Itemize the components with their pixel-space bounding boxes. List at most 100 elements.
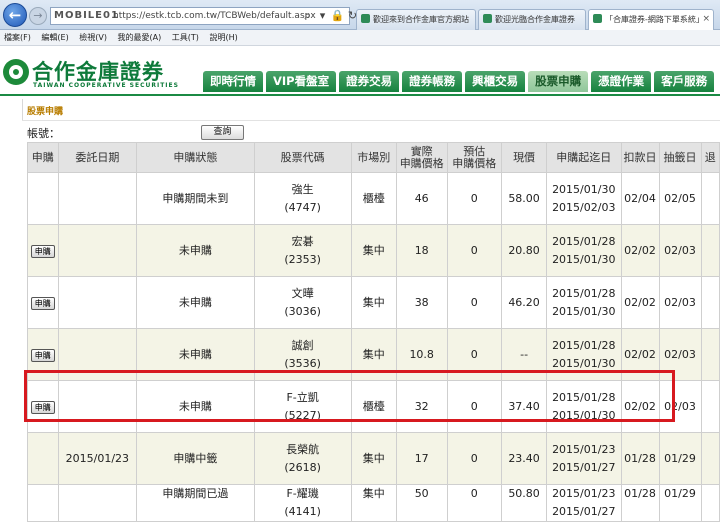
nav-customer-service[interactable]: 客戶服務 bbox=[654, 71, 715, 92]
query-button[interactable]: 查詢 bbox=[201, 125, 244, 140]
status-cell: 未申購 bbox=[136, 276, 255, 329]
col-actual-price-header: 實際 申購價格 bbox=[395, 142, 448, 173]
market-cell: 集中 bbox=[350, 276, 397, 329]
company-logo-icon bbox=[3, 59, 29, 85]
refund-cell bbox=[700, 328, 720, 381]
site-header: 合作金庫證券 TAIWAN COOPERATIVE SECURITIES 即時行… bbox=[0, 47, 720, 94]
forward-arrow-icon[interactable]: → bbox=[29, 7, 47, 25]
nav-realtime-quotes[interactable]: 即時行情 bbox=[203, 71, 263, 92]
header-divider bbox=[0, 94, 720, 96]
stock-code-cell: 宏碁 (2353) bbox=[253, 224, 352, 277]
title-divider bbox=[22, 99, 23, 121]
nav-emerging-trading[interactable]: 興櫃交易 bbox=[465, 71, 526, 92]
period-cell: 2015/01/28 2015/01/30 bbox=[546, 224, 622, 277]
apply-cell bbox=[27, 172, 59, 225]
market-cell: 櫃檯 bbox=[350, 172, 397, 225]
back-arrow-icon[interactable]: ← bbox=[3, 3, 27, 27]
nav-securities-accounts[interactable]: 證券帳務 bbox=[402, 71, 463, 92]
tab-close-icon[interactable]: × bbox=[702, 10, 710, 29]
site-favicon-icon bbox=[593, 14, 602, 23]
est-price-cell: 0 bbox=[446, 484, 503, 522]
apply-button[interactable]: 申購 bbox=[30, 296, 55, 310]
table-row: 2015/01/23 申購中籤 長榮航 (2618) 集中 17 0 23.40 2015/01… bbox=[27, 432, 720, 485]
period-cell: 2015/01/23 2015/01/27 bbox=[546, 432, 622, 485]
search-icon[interactable]: ⌕ bbox=[300, 7, 315, 25]
order-date-cell: 2015/01/23 bbox=[57, 432, 138, 485]
draw-date-cell: 01/29 bbox=[658, 484, 702, 522]
subscription-table: 申購 委託日期 申購狀態 股票代碼 市場別 實際 申購價格 預估 申購價格 現價 申購起迄日 扣款日抽… bbox=[27, 142, 720, 522]
debit-date-cell: 02/04 bbox=[620, 172, 660, 225]
debit-date-cell: 01/28 bbox=[620, 484, 660, 522]
site-favicon-icon bbox=[361, 14, 370, 23]
nav-vip-room[interactable]: VIP看盤室 bbox=[266, 71, 337, 92]
nav-securities-trading[interactable]: 證券交易 bbox=[339, 71, 400, 92]
est-price-cell: 0 bbox=[446, 224, 503, 277]
order-date-cell bbox=[57, 224, 138, 277]
col-stock-code-header: 股票代碼 bbox=[253, 142, 352, 173]
status-cell: 申購中籤 bbox=[136, 432, 255, 485]
refund-cell bbox=[700, 172, 720, 225]
draw-date-cell: 02/03 bbox=[658, 224, 702, 277]
actual-price-cell: 38 bbox=[395, 276, 448, 329]
browser-tab-1[interactable]: 歡迎來到合作金庫官方網站 bbox=[356, 9, 476, 30]
status-cell: 申購期間已過 bbox=[136, 484, 255, 522]
current-price-cell: 20.80 bbox=[501, 224, 548, 277]
browser-toolbar: ← → MOBILE01 https://estk.tcb.com.tw/TCB… bbox=[0, 0, 720, 31]
debit-date-cell: 02/02 bbox=[620, 276, 660, 329]
nav-certificate[interactable]: 憑證作業 bbox=[591, 71, 652, 92]
menu-favorites[interactable]: 我的最愛(A) bbox=[114, 30, 166, 46]
market-cell: 集中 bbox=[350, 484, 397, 522]
stock-code-cell: 強生 (4747) bbox=[253, 172, 352, 225]
draw-date-cell: 02/03 bbox=[658, 276, 702, 329]
draw-date-cell: 02/05 bbox=[658, 172, 702, 225]
refund-cell bbox=[700, 380, 720, 433]
account-label: 帳號： bbox=[27, 127, 60, 140]
apply-button[interactable]: 申購 bbox=[30, 348, 55, 362]
menu-file[interactable]: 檔案(F) bbox=[0, 30, 35, 46]
refund-cell bbox=[700, 432, 720, 485]
browser-tab-3[interactable]: 「合庫證券-網路下單系統」 × bbox=[588, 9, 714, 31]
col-est-price-header: 預估 申購價格 bbox=[446, 142, 503, 173]
period-cell: 2015/01/30 2015/02/03 bbox=[546, 172, 622, 225]
page-title: 股票申購 bbox=[27, 107, 64, 117]
debit-date-cell: 02/02 bbox=[620, 224, 660, 277]
actual-price-cell: 46 bbox=[395, 172, 448, 225]
col-apply-header: 申購 bbox=[27, 142, 59, 173]
col-debit-date-header: 扣款日 bbox=[620, 142, 660, 173]
browser-menubar: 檔案(F) 編輯(E) 檢視(V) 我的最愛(A) 工具(T) 說明(H) bbox=[0, 30, 720, 46]
col-period-header: 申購起迄日 bbox=[546, 142, 622, 173]
status-cell: 申購期間未到 bbox=[136, 172, 255, 225]
market-cell: 集中 bbox=[350, 432, 397, 485]
nav-stock-subscription[interactable]: 股票申購 bbox=[528, 71, 589, 92]
menu-view[interactable]: 檢視(V) bbox=[75, 30, 111, 46]
refund-cell bbox=[700, 224, 720, 277]
apply-cell: 申購 bbox=[27, 276, 59, 329]
lock-icon[interactable]: 🔒 bbox=[330, 7, 345, 25]
title-underline bbox=[22, 120, 720, 121]
menu-tools[interactable]: 工具(T) bbox=[168, 30, 203, 46]
status-cell: 未申購 bbox=[136, 224, 255, 277]
menu-help[interactable]: 說明(H) bbox=[205, 30, 241, 46]
address-url: https://estk.tcb.com.tw/TCBWeb/default.a… bbox=[113, 11, 316, 21]
current-price-cell: 50.80 bbox=[501, 484, 548, 522]
col-current-price-header: 現價 bbox=[501, 142, 548, 173]
actual-price-cell: 17 bbox=[395, 432, 448, 485]
menu-edit[interactable]: 編輯(E) bbox=[37, 30, 72, 46]
apply-button[interactable]: 申購 bbox=[30, 244, 55, 258]
order-date-cell bbox=[57, 276, 138, 329]
highlight-box bbox=[24, 370, 675, 422]
refund-cell bbox=[700, 484, 720, 522]
actual-price-cell: 18 bbox=[395, 224, 448, 277]
apply-cell: 申購 bbox=[27, 224, 59, 277]
table-header-row: 申購 委託日期 申購狀態 股票代碼 市場別 實際 申購價格 預估 申購價格 現價 申購起迄日 扣款日抽… bbox=[27, 142, 720, 173]
dropdown-icon[interactable]: ▾ bbox=[315, 7, 330, 25]
order-date-cell bbox=[57, 484, 138, 522]
stock-code-cell: F-耀璣 (4141) bbox=[253, 484, 352, 522]
market-cell: 集中 bbox=[350, 224, 397, 277]
current-price-cell: 23.40 bbox=[501, 432, 548, 485]
browser-tab-2[interactable]: 歡迎光臨合作金庫證券 bbox=[478, 9, 586, 30]
actual-price-cell: 50 bbox=[395, 484, 448, 522]
site-favicon-icon bbox=[483, 14, 492, 23]
apply-cell bbox=[27, 432, 59, 485]
col-status-header: 申購狀態 bbox=[136, 142, 255, 173]
